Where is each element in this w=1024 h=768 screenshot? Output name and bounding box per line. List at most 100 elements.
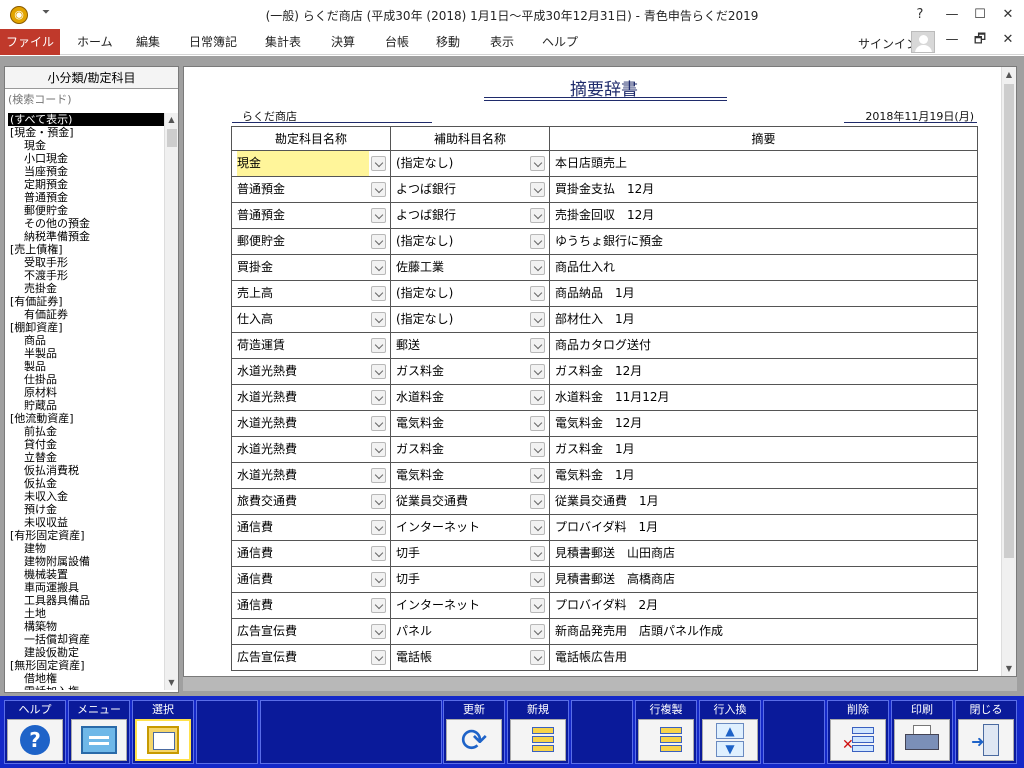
chevron-down-icon[interactable] bbox=[371, 598, 386, 613]
delete-fkey-button[interactable]: 削除 ✕ bbox=[827, 700, 889, 764]
chevron-down-icon[interactable] bbox=[371, 390, 386, 405]
summary-cell[interactable]: 水道料金 11月12月 bbox=[549, 384, 978, 411]
tab-move[interactable]: 移動 bbox=[436, 29, 460, 55]
tree-account-item[interactable]: 預け金 bbox=[8, 503, 164, 516]
tree-account-item[interactable]: 現金 bbox=[8, 139, 164, 152]
chevron-down-icon[interactable] bbox=[371, 468, 386, 483]
tree-category-item[interactable]: [無形固定資産] bbox=[8, 659, 164, 672]
chevron-down-icon[interactable] bbox=[530, 156, 545, 171]
chevron-down-icon[interactable] bbox=[530, 598, 545, 613]
summary-cell[interactable]: 商品納品 1月 bbox=[549, 280, 978, 307]
summary-cell[interactable]: 電気料金 12月 bbox=[549, 410, 978, 437]
tree-account-item[interactable]: 立替金 bbox=[8, 451, 164, 464]
search-code-input[interactable] bbox=[8, 91, 175, 107]
tree-account-item[interactable]: 車両運搬具 bbox=[8, 581, 164, 594]
refresh-fkey-button[interactable]: 更新 ⟳ bbox=[443, 700, 505, 764]
summary-cell[interactable]: ガス料金 1月 bbox=[549, 436, 978, 463]
account-cell[interactable]: 仕入高 bbox=[231, 306, 391, 333]
chevron-down-icon[interactable] bbox=[530, 416, 545, 431]
ribbon-restore-button[interactable]: 🗗 bbox=[966, 29, 994, 51]
close-window-button[interactable]: ✕ bbox=[994, 4, 1022, 26]
chevron-down-icon[interactable] bbox=[530, 572, 545, 587]
sub-account-cell[interactable]: 切手 bbox=[390, 540, 550, 567]
summary-cell[interactable]: プロバイダ料 2月 bbox=[549, 592, 978, 619]
chevron-down-icon[interactable] bbox=[530, 312, 545, 327]
chevron-down-icon[interactable] bbox=[530, 338, 545, 353]
chevron-down-icon[interactable] bbox=[371, 546, 386, 561]
chevron-down-icon[interactable] bbox=[371, 520, 386, 535]
tree-account-item[interactable]: 構築物 bbox=[8, 620, 164, 633]
scroll-up-icon[interactable]: ▲ bbox=[1002, 67, 1016, 82]
tree-account-item[interactable]: 工具器具備品 bbox=[8, 594, 164, 607]
tab-ledger[interactable]: 台帳 bbox=[385, 29, 409, 55]
sub-account-cell[interactable]: 従業員交通費 bbox=[390, 488, 550, 515]
sub-account-cell[interactable]: インターネット bbox=[390, 514, 550, 541]
account-cell[interactable]: 水道光熱費 bbox=[231, 384, 391, 411]
tree-account-item[interactable]: 建物 bbox=[8, 542, 164, 555]
summary-cell[interactable]: 電気料金 1月 bbox=[549, 462, 978, 489]
sub-account-cell[interactable]: (指定なし) bbox=[390, 306, 550, 333]
tree-category-item[interactable]: [現金・預金] bbox=[8, 126, 164, 139]
tab-edit[interactable]: 編集 bbox=[136, 29, 160, 55]
summary-cell[interactable]: 売掛金回収 12月 bbox=[549, 202, 978, 229]
tree-account-item[interactable]: 未収収益 bbox=[8, 516, 164, 529]
account-cell[interactable]: 現金 bbox=[231, 150, 391, 177]
copy-row-fkey-button[interactable]: 行複製 bbox=[635, 700, 697, 764]
scroll-thumb[interactable] bbox=[167, 129, 177, 147]
account-cell[interactable]: 広告宣伝費 bbox=[231, 618, 391, 645]
chevron-down-icon[interactable] bbox=[530, 234, 545, 249]
account-cell[interactable]: 水道光熱費 bbox=[231, 462, 391, 489]
chevron-down-icon[interactable] bbox=[530, 208, 545, 223]
sub-account-cell[interactable]: (指定なし) bbox=[390, 228, 550, 255]
scroll-thumb[interactable] bbox=[1004, 84, 1014, 558]
chevron-down-icon[interactable] bbox=[371, 338, 386, 353]
tree-account-item[interactable]: 郵便貯金 bbox=[8, 204, 164, 217]
tree-account-item[interactable]: 納税準備預金 bbox=[8, 230, 164, 243]
chevron-down-icon[interactable] bbox=[530, 494, 545, 509]
tree-account-item[interactable]: 定期預金 bbox=[8, 178, 164, 191]
chevron-down-icon[interactable] bbox=[530, 520, 545, 535]
account-cell[interactable]: 通信費 bbox=[231, 566, 391, 593]
help-button[interactable]: ? bbox=[906, 4, 934, 26]
sub-account-cell[interactable]: 佐藤工業 bbox=[390, 254, 550, 281]
account-tree-scrollbar[interactable]: ▲ ▼ bbox=[164, 113, 178, 690]
avatar[interactable] bbox=[911, 31, 935, 53]
chevron-down-icon[interactable] bbox=[530, 624, 545, 639]
new-fkey-button[interactable]: 新規 bbox=[507, 700, 569, 764]
tab-closing[interactable]: 決算 bbox=[331, 29, 355, 55]
tree-account-item[interactable]: 前払金 bbox=[8, 425, 164, 438]
scroll-down-icon[interactable]: ▼ bbox=[1002, 661, 1016, 676]
account-cell[interactable]: 水道光熱費 bbox=[231, 410, 391, 437]
chevron-down-icon[interactable] bbox=[371, 650, 386, 665]
chevron-down-icon[interactable] bbox=[371, 208, 386, 223]
tree-account-item[interactable]: 一括償却資産 bbox=[8, 633, 164, 646]
summary-cell[interactable]: 新商品発売用 店頭パネル作成 bbox=[549, 618, 978, 645]
tab-help[interactable]: ヘルプ bbox=[542, 29, 578, 55]
chevron-down-icon[interactable] bbox=[371, 416, 386, 431]
chevron-down-icon[interactable] bbox=[371, 442, 386, 457]
summary-cell[interactable]: 商品カタログ送付 bbox=[549, 332, 978, 359]
chevron-down-icon[interactable] bbox=[371, 312, 386, 327]
tree-account-item[interactable]: 電話加入権 bbox=[8, 685, 164, 690]
sheet-horizontal-scrollbar[interactable] bbox=[183, 677, 1017, 691]
account-cell[interactable]: 荷造運賃 bbox=[231, 332, 391, 359]
account-cell[interactable]: 普通預金 bbox=[231, 202, 391, 229]
ribbon-close-button[interactable]: ✕ bbox=[994, 29, 1022, 51]
account-cell[interactable]: 水道光熱費 bbox=[231, 358, 391, 385]
account-cell[interactable]: 通信費 bbox=[231, 514, 391, 541]
tab-home[interactable]: ホーム bbox=[77, 29, 113, 55]
chevron-down-icon[interactable] bbox=[371, 624, 386, 639]
insert-row-fkey-button[interactable]: 行入換 ▲ ▼ bbox=[699, 700, 761, 764]
tree-account-item[interactable]: 半製品 bbox=[8, 347, 164, 360]
minimize-button[interactable]: — bbox=[938, 4, 966, 26]
summary-cell[interactable]: 部材仕入 1月 bbox=[549, 306, 978, 333]
tree-account-item[interactable]: 不渡手形 bbox=[8, 269, 164, 282]
sub-account-cell[interactable]: 郵送 bbox=[390, 332, 550, 359]
account-cell[interactable]: 普通預金 bbox=[231, 176, 391, 203]
tree-account-item[interactable]: 機械装置 bbox=[8, 568, 164, 581]
select-fkey-button[interactable]: 選択 bbox=[132, 700, 194, 764]
tab-file[interactable]: ファイル bbox=[0, 29, 60, 55]
scroll-down-icon[interactable]: ▼ bbox=[165, 676, 178, 690]
chevron-down-icon[interactable] bbox=[371, 286, 386, 301]
summary-cell[interactable]: 見積書郵送 高橋商店 bbox=[549, 566, 978, 593]
